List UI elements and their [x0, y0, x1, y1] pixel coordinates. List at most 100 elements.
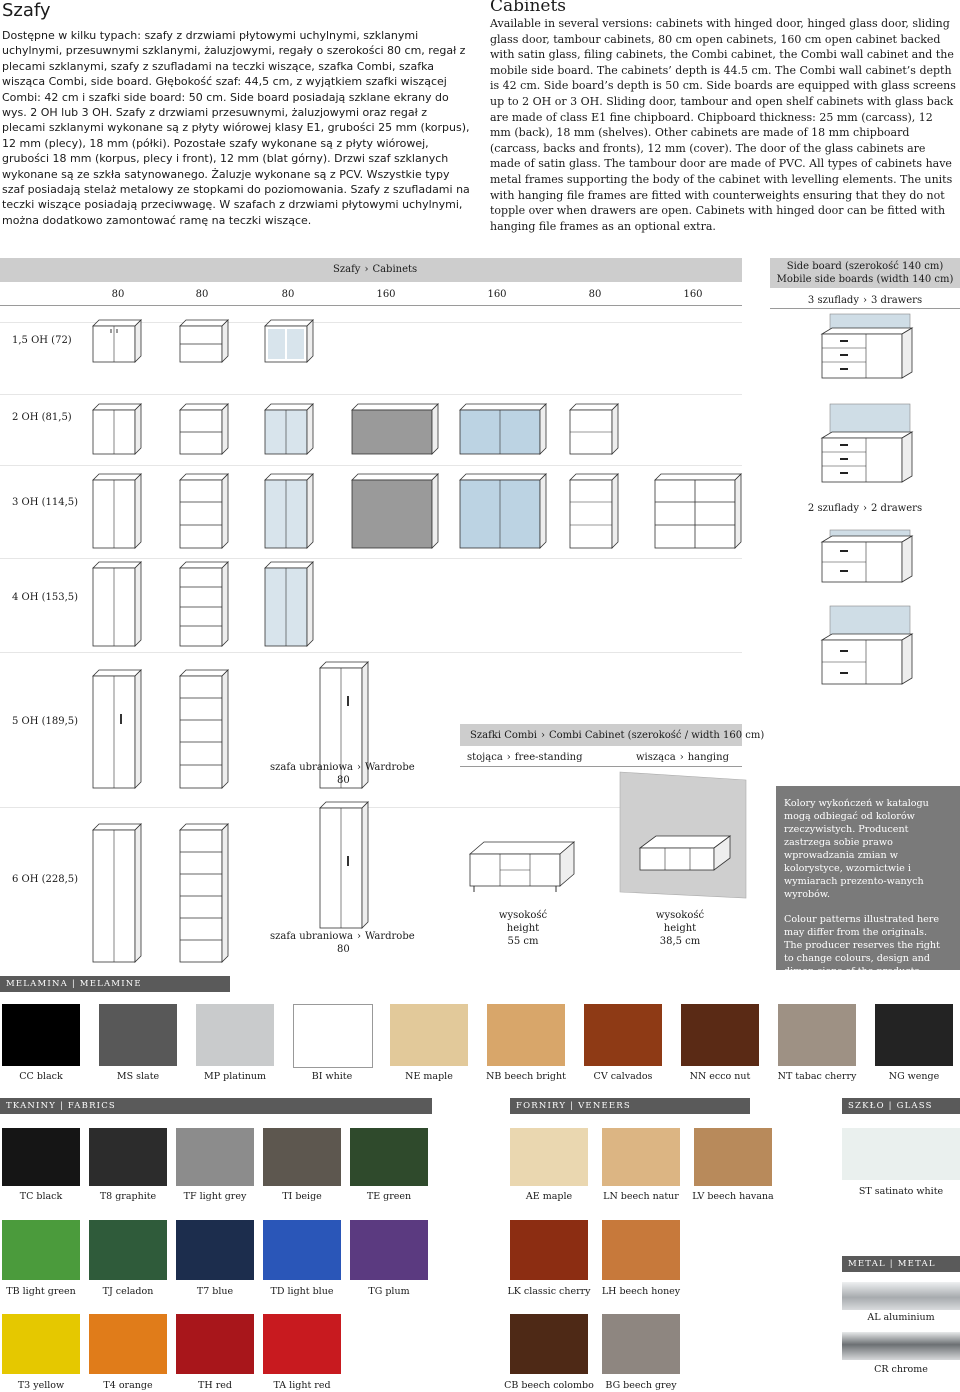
- fabric-swatch-label: TI beige: [282, 1191, 322, 1202]
- veneer-swatch: [602, 1220, 680, 1280]
- width-label: 80: [111, 289, 125, 300]
- melamine-swatch-label: NG wenge: [888, 1071, 940, 1082]
- combi-height-2: wysokość height 38,5 cm: [645, 909, 715, 948]
- row-label: 4 OH (153,5): [12, 592, 79, 603]
- combi-height-1: wysokość height 55 cm: [488, 909, 558, 948]
- sideboard-3drawers-drawing: [820, 313, 914, 379]
- cabinet-drawing: [92, 319, 142, 363]
- fabric-swatch: [176, 1128, 254, 1186]
- veneers-band: FORNIRY | VENEERS: [510, 1098, 750, 1114]
- row-label: 6 OH (228,5): [12, 874, 79, 885]
- combi-standing-label: stojąca › free-standing: [467, 752, 583, 763]
- fabric-swatch-label: T8 graphite: [99, 1191, 157, 1202]
- glass-swatch: [842, 1128, 960, 1180]
- row-label: 5 OH (189,5): [12, 716, 79, 727]
- melamine-swatch: [584, 1004, 662, 1066]
- fabric-swatch: [263, 1128, 341, 1186]
- veneer-swatch: [510, 1314, 588, 1374]
- width-label: 80: [195, 289, 209, 300]
- cabinet-drawing: [92, 403, 142, 455]
- combi-standing-drawing: [468, 841, 576, 892]
- veneer-swatch-label: AE maple: [525, 1191, 573, 1202]
- sideboard-title-en: Mobile side boards (width 140 cm): [776, 274, 954, 285]
- fabric-swatch-label: TE green: [366, 1191, 412, 1202]
- veneer-swatch: [694, 1128, 772, 1186]
- wardrobe-label: szafa ubraniowa › Wardrobe: [270, 762, 415, 773]
- glass-band: SZKŁO | GLASS: [842, 1098, 960, 1114]
- sideboard-rule: [770, 308, 960, 309]
- height-label-en: height: [506, 923, 540, 934]
- melamine-swatch: [196, 1004, 274, 1066]
- veneer-swatch: [602, 1128, 680, 1186]
- open-shelf-160-drawing: [654, 473, 742, 549]
- melamine-swatch: [875, 1004, 953, 1066]
- glass-cabinet-drawing: [264, 319, 314, 363]
- metal-band: METAL | METAL: [842, 1256, 960, 1272]
- sideboard-2drawers-screen-drawing: [820, 605, 914, 685]
- table-header: Szafy › Cabinets: [333, 264, 418, 275]
- fabric-swatch-label: TF light grey: [183, 1191, 247, 1202]
- melamine-swatch: [390, 1004, 468, 1066]
- melamine-swatch-label: NN ecco nut: [689, 1071, 751, 1082]
- pl-title: Szafy: [2, 0, 51, 21]
- row-divider: [0, 652, 742, 653]
- melamine-band: MELAMINA | MELAMINE: [0, 976, 230, 992]
- fabric-swatch: [350, 1220, 428, 1280]
- melamine-swatch-label: NE maple: [405, 1071, 453, 1082]
- veneer-swatch: [602, 1314, 680, 1374]
- width-label: 80: [588, 289, 602, 300]
- veneer-swatch-label: LH beech honey: [601, 1286, 681, 1297]
- wardrobe-drawing: [319, 801, 369, 929]
- metal-swatch-label: AL aluminium: [867, 1312, 935, 1323]
- fabric-swatch-label: T4 orange: [103, 1380, 153, 1391]
- width-label: 160: [683, 289, 703, 300]
- row-divider: [0, 465, 742, 466]
- wardrobe-width: 80: [337, 775, 350, 786]
- glass-swatch-label: ST satinato white: [858, 1186, 944, 1197]
- sideboard-screen-drawing: [820, 403, 914, 483]
- row-label: 1,5 OH (72): [12, 335, 72, 346]
- fabric-swatch: [350, 1128, 428, 1186]
- fabric-swatch-label: TJ celadon: [102, 1286, 154, 1297]
- cabinet-drawing: [92, 823, 142, 963]
- open-shelf-drawing: [179, 403, 229, 455]
- cabinet-drawing: [92, 561, 142, 647]
- veneer-swatch-label: CB beech colombo: [504, 1380, 594, 1391]
- open-shelf-drawing: [179, 823, 229, 963]
- sideboard-2drawers-drawing: [820, 529, 914, 583]
- row-label: 3 OH (114,5): [12, 497, 79, 508]
- width-label: 80: [281, 289, 295, 300]
- metal-swatch-label: CR chrome: [874, 1364, 928, 1375]
- fabric-swatch: [2, 1220, 80, 1280]
- fabric-swatch-label: TD light blue: [270, 1286, 334, 1297]
- metal-swatch: [842, 1332, 960, 1360]
- veneer-swatch-label: LN beech natur: [603, 1191, 679, 1202]
- fabrics-band: TKANINY | FABRICS: [0, 1098, 432, 1114]
- filing-cabinet-drawing: [569, 403, 619, 455]
- melamine-swatch-label: CC black: [19, 1071, 63, 1082]
- drawers3-label: 3 szuflady › 3 drawers: [807, 295, 923, 306]
- melamine-swatch: [99, 1004, 177, 1066]
- glass-cabinet-drawing: [264, 473, 314, 549]
- row-divider: [0, 394, 742, 395]
- melamine-swatch-label: MP platinum: [203, 1071, 267, 1082]
- height-label-en: height: [663, 923, 697, 934]
- fabric-swatch-label: TB light green: [6, 1286, 76, 1297]
- combi-rule: [460, 766, 742, 767]
- fabric-swatch: [2, 1128, 80, 1186]
- melamine-swatch: [2, 1004, 80, 1066]
- height-label-pl: wysokość: [655, 910, 705, 921]
- combi-hanging-label: wisząca › hanging: [636, 752, 729, 763]
- open-shelf-drawing: [179, 473, 229, 549]
- melamine-swatch: [487, 1004, 565, 1066]
- pl-body: Dostępne w kilku typach: szafy z drzwiam…: [2, 29, 470, 227]
- row-divider: [0, 558, 742, 559]
- open-shelf-drawing: [179, 669, 229, 789]
- open-shelf-drawing: [179, 561, 229, 647]
- fabric-swatch: [176, 1220, 254, 1280]
- combi-header: Szafki Combi › Combi Cabinet (szerokość / …: [470, 730, 765, 741]
- tambour-cabinet-drawing: [351, 473, 439, 549]
- en-body: Available in several versions: cabinets …: [490, 17, 956, 233]
- veneer-swatch-label: LV beech havana: [692, 1191, 774, 1202]
- glass-cabinet-drawing: [264, 561, 314, 647]
